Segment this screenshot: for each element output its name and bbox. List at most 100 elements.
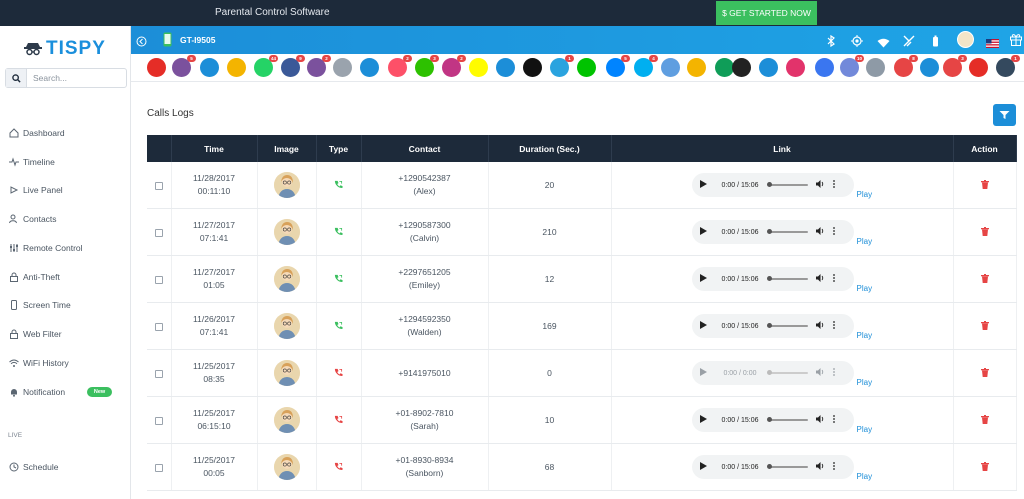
row-checkbox[interactable] [154,369,163,378]
sidebar-item-anti-theft[interactable]: Anti-Theft [8,270,60,284]
play-link[interactable]: Play [857,237,873,246]
audio-player[interactable]: 0:00 / 15:06 [691,173,854,197]
more-options-icon[interactable] [832,321,835,331]
mail-icon[interactable] [200,58,219,77]
video-icon[interactable] [786,58,805,77]
get-started-button[interactable]: $ GET STARTED NOW [716,1,817,25]
wechat-icon[interactable]: 3 [415,55,439,77]
volume-icon[interactable] [815,368,825,378]
row-checkbox[interactable] [154,275,163,284]
volume-icon[interactable] [815,415,825,425]
skype-icon[interactable]: 4 [634,55,658,77]
audio-play-icon[interactable] [699,227,707,237]
signal-icon[interactable] [815,58,834,77]
sidebar-item-contacts[interactable]: Contacts [8,212,57,226]
back-icon[interactable] [136,34,147,52]
imo-icon[interactable] [759,58,778,77]
line-icon[interactable] [577,58,596,77]
filter-button[interactable] [993,104,1016,126]
instagram-icon[interactable]: 2 [442,55,466,77]
sidebar-item-notification[interactable]: Notification [8,385,65,399]
logo[interactable]: TISPY [24,38,106,60]
phone-app-icon[interactable] [920,58,939,77]
row-checkbox[interactable] [154,322,163,331]
sidebar-item-screen-time[interactable]: Screen Time [8,298,71,312]
sidebar-item-live-panel[interactable]: Live Panel [8,183,63,197]
play-link[interactable]: Play [857,190,873,199]
volume-icon[interactable] [815,227,825,237]
volume-icon[interactable] [815,321,825,331]
audio-play-icon[interactable] [699,462,707,472]
gift-icon[interactable] [1010,33,1022,51]
row-checkbox[interactable] [154,463,163,472]
more-options-icon[interactable] [832,180,835,190]
discord-icon[interactable]: 10 [840,55,864,77]
audio-play-icon[interactable] [699,274,707,284]
search-icon[interactable] [6,69,27,87]
keylog-icon[interactable]: 1 [996,55,1020,77]
screen-icon[interactable] [360,58,379,77]
audio-play-icon[interactable] [699,415,707,425]
notes-icon[interactable] [227,58,246,77]
search-box[interactable]: Search... [5,68,127,88]
telegram-icon[interactable]: 1 [550,55,574,77]
audio-player[interactable]: 0:00 / 15:06 [691,408,854,432]
zalo-icon[interactable] [687,58,706,77]
play-link[interactable]: Play [857,425,873,434]
delete-icon[interactable] [980,179,989,191]
delete-icon[interactable] [980,226,989,238]
audio-play-icon[interactable] [699,180,707,190]
whatsapp-icon[interactable]: 44 [254,55,278,77]
more-options-icon[interactable] [832,415,835,425]
sidebar-item-remote-control[interactable]: Remote Control [8,241,83,255]
chat-icon[interactable] [496,58,515,77]
youtube-icon[interactable] [147,58,166,77]
settings-app-icon[interactable] [866,58,885,77]
browser-icon[interactable]: 3 [943,55,967,77]
delete-icon[interactable] [980,461,989,473]
youtube2-icon[interactable] [969,58,988,77]
audio-progress-track[interactable] [766,229,808,234]
delete-icon[interactable] [980,320,989,332]
audio-play-icon[interactable] [699,321,707,331]
delete-icon[interactable] [980,273,989,285]
audio-player[interactable]: 0:00 / 15:06 [691,220,854,244]
audio-progress-track[interactable] [766,370,808,375]
play-link[interactable]: Play [857,378,873,387]
more-options-icon[interactable] [832,274,835,284]
more-options-icon[interactable] [832,462,835,472]
flag-icon[interactable] [986,35,999,53]
audio-progress-track[interactable] [766,464,808,469]
blip-icon[interactable] [661,58,680,77]
sidebar-item-timeline[interactable]: Timeline [8,155,55,169]
volume-icon[interactable] [815,462,825,472]
viber2-icon[interactable]: 2 [307,55,331,77]
audio-progress-track[interactable] [766,417,808,422]
audio-player[interactable]: 0:00 / 15:06 [691,455,854,479]
audio-play-icon[interactable] [699,368,707,378]
audio-progress-track[interactable] [766,276,808,281]
sidebar-item-dashboard[interactable]: Dashboard [8,126,65,140]
row-checkbox[interactable] [154,181,163,190]
kik-icon[interactable] [732,58,751,77]
search-input[interactable]: Search... [33,73,67,83]
facebook-icon[interactable]: 9 [281,55,305,77]
audio-progress-track[interactable] [766,182,808,187]
play-link[interactable]: Play [857,331,873,340]
audio-player[interactable]: 0:00 / 15:06 [691,314,854,338]
snapchat-icon[interactable] [469,58,488,77]
tinder-icon[interactable]: 2 [388,55,412,77]
play-link[interactable]: Play [857,472,873,481]
play-link[interactable]: Play [857,284,873,293]
row-checkbox[interactable] [154,228,163,237]
viber-icon[interactable]: 5 [172,55,196,77]
sidebar-item-wifi-history[interactable]: WiFi History [8,356,69,370]
row-checkbox[interactable] [154,416,163,425]
avatar[interactable] [957,31,974,48]
sidebar-item-schedule[interactable]: Schedule [8,460,58,474]
tiktok-icon[interactable] [523,58,542,77]
more-options-icon[interactable] [832,368,835,378]
sidebar-item-web-filter[interactable]: Web Filter [8,327,62,341]
more-options-icon[interactable] [832,227,835,237]
delete-icon[interactable] [980,367,989,379]
